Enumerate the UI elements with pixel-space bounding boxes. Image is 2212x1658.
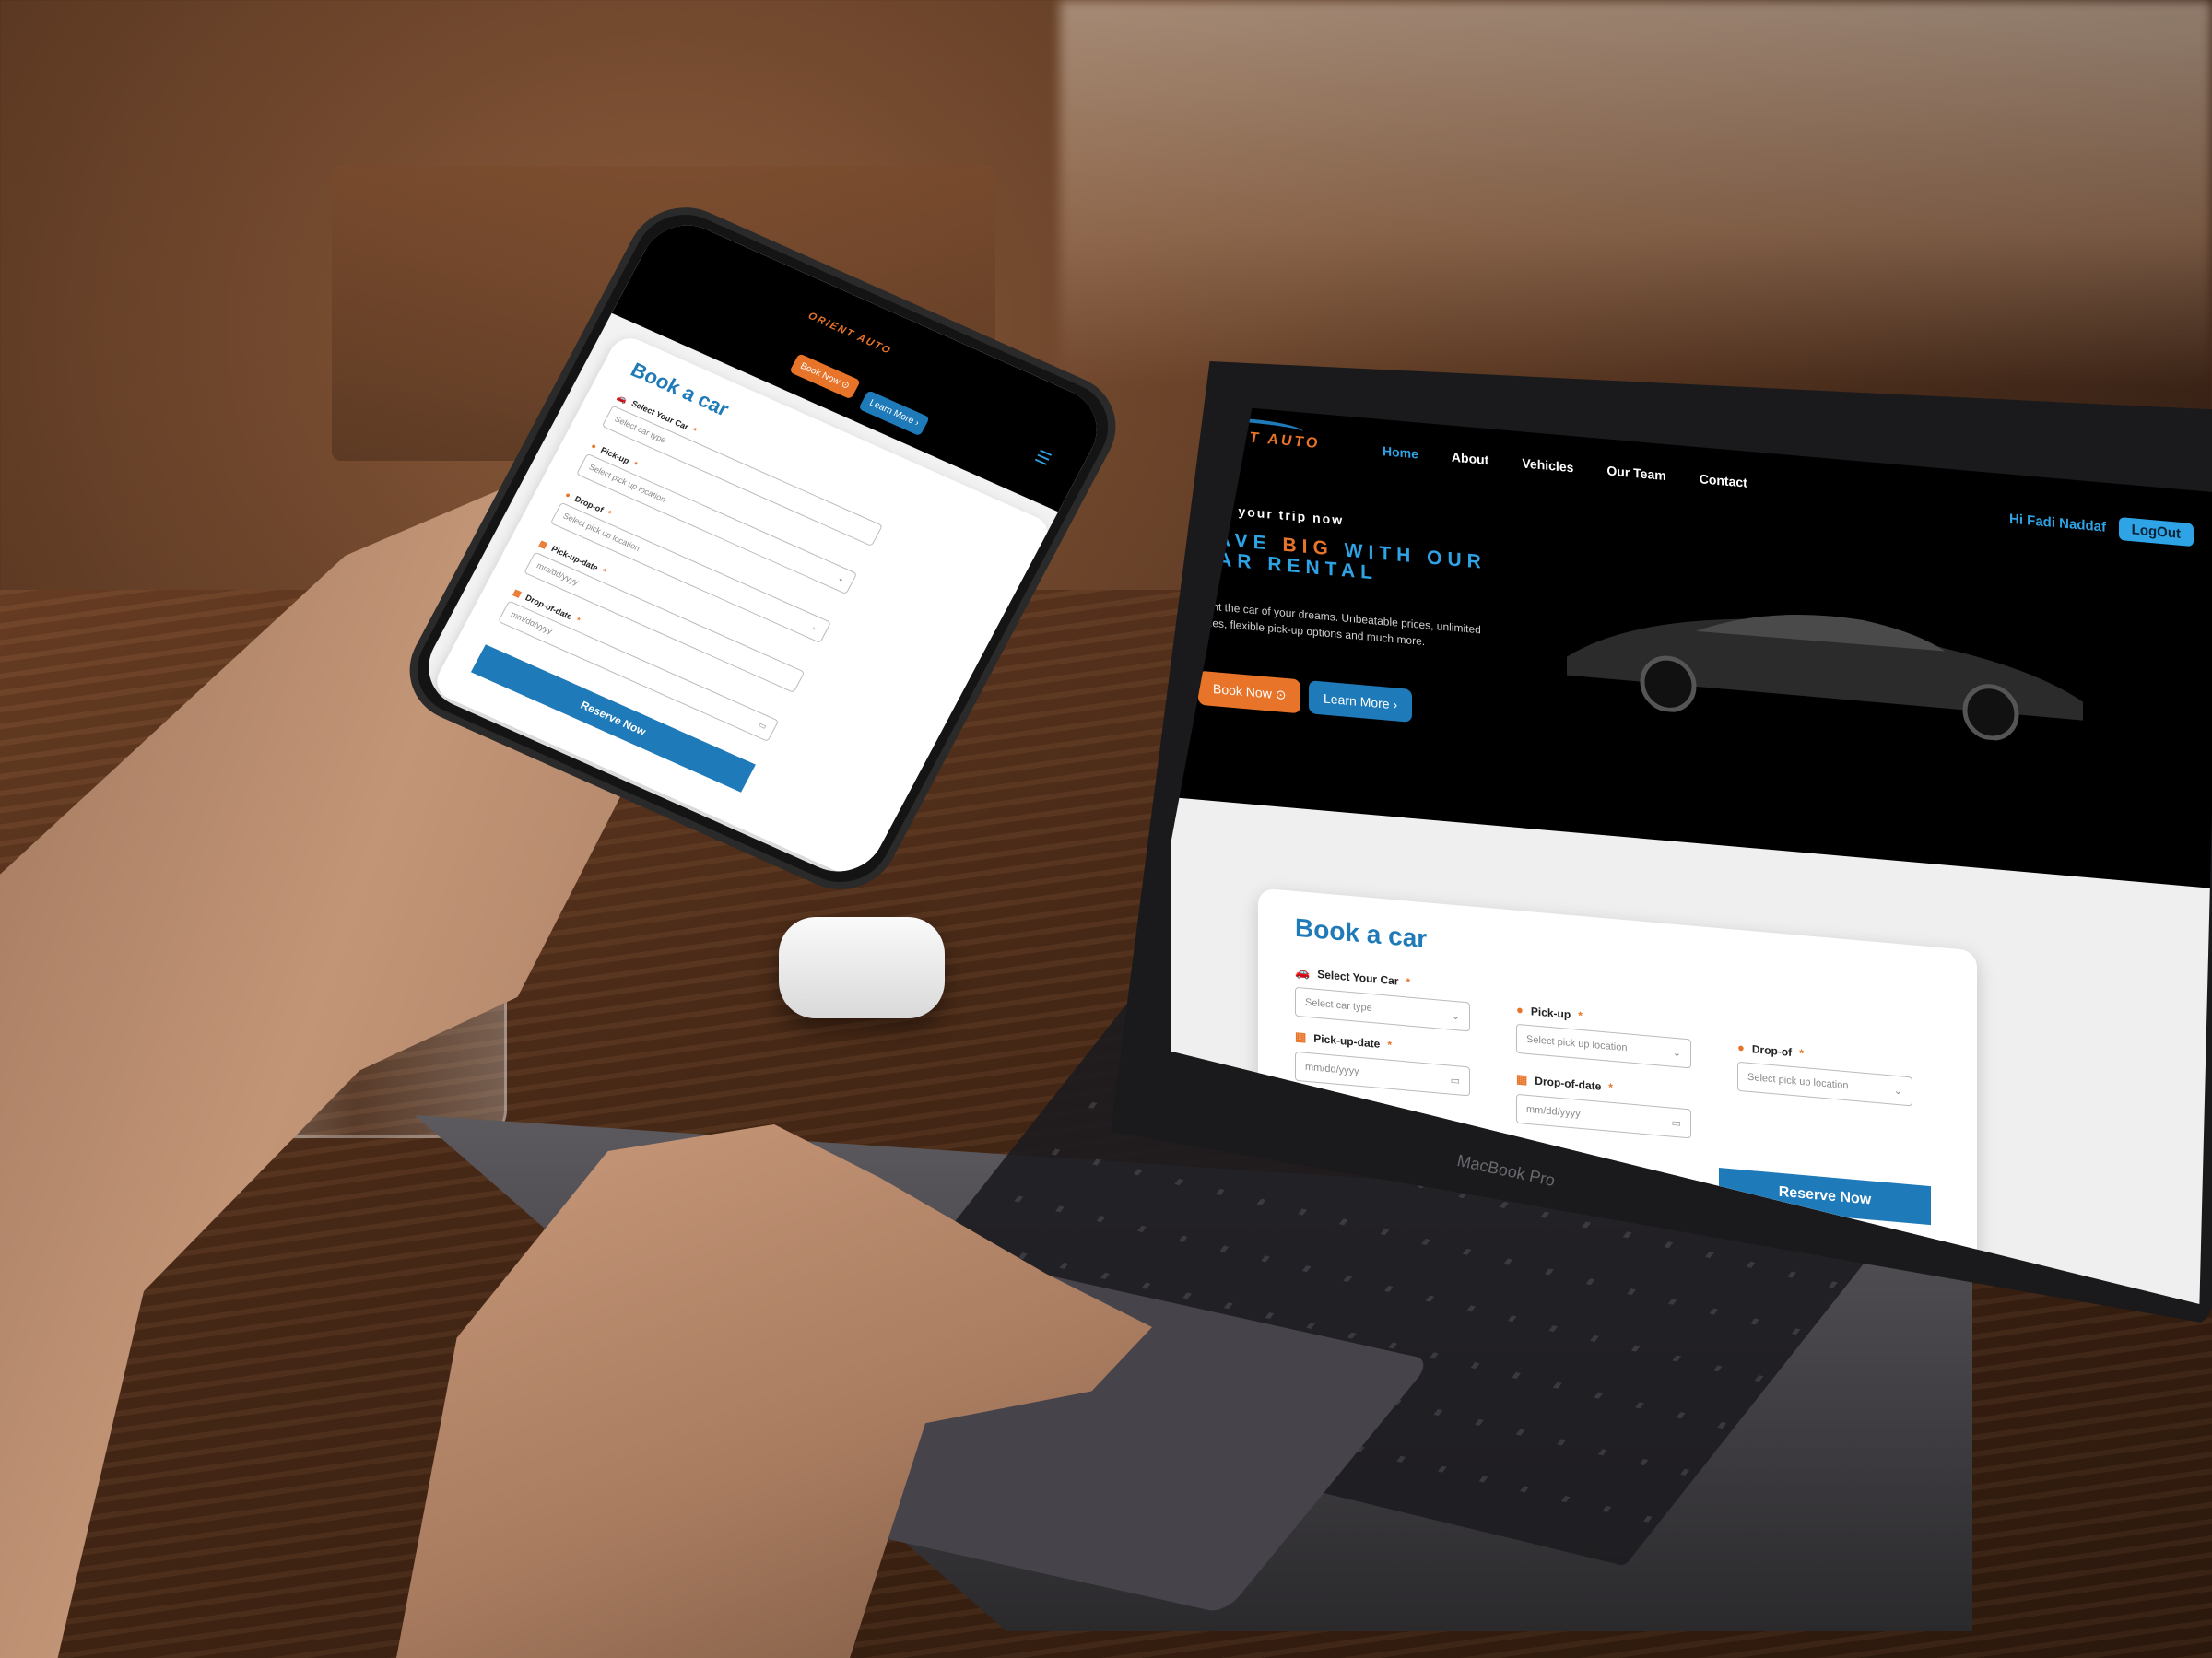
phone-learn-more-label: Learn More xyxy=(867,397,916,427)
hero-description: Rent the car of your dreams. Unbeatable … xyxy=(1198,598,1481,649)
pickup-date-field: ▦ Pick-up-date * mm/dd/yyyy ▭ xyxy=(1295,1029,1470,1097)
pickup-label: Pick-up xyxy=(1530,1004,1571,1021)
pickup-dropdown[interactable]: Select pick up location ⌄ xyxy=(1516,1023,1691,1069)
calendar-icon: ▦ xyxy=(537,538,549,550)
hero-title: SAVE BIG WITH OUR CAR RENTAL xyxy=(1198,527,1548,599)
nav-item-home[interactable]: Home xyxy=(1382,443,1418,461)
nav-item-about[interactable]: About xyxy=(1452,450,1488,468)
logout-button[interactable]: LogOut xyxy=(2118,516,2194,547)
dropoff-dropdown[interactable]: Select pick up location ⌄ xyxy=(1737,1061,1912,1107)
chevron-down-icon: ⌄ xyxy=(1893,1085,1902,1097)
chevron-down-icon: ⌄ xyxy=(1451,1010,1460,1022)
phone-dropoff-date-placeholder: mm/dd/yyyy xyxy=(509,609,555,636)
required-marker: * xyxy=(1406,975,1411,989)
required-marker: * xyxy=(1608,1080,1613,1094)
calendar-picker-icon[interactable]: ▭ xyxy=(756,720,768,733)
chevron-down-icon: ⌄ xyxy=(1672,1047,1681,1059)
required-marker: * xyxy=(574,615,582,626)
phone-brand-logo[interactable]: ORIENT AUTO xyxy=(806,311,894,357)
location-pin-icon: ● xyxy=(1516,1002,1524,1017)
book-now-button[interactable]: Book Now ⊙ xyxy=(1198,670,1301,714)
car-icon: 🚗 xyxy=(1295,964,1311,981)
nav-item-contact[interactable]: Contact xyxy=(1700,471,1747,490)
calendar-picker-icon[interactable]: ▭ xyxy=(1451,1074,1460,1087)
phone-pickup-date-placeholder: mm/dd/yyyy xyxy=(535,560,581,587)
booking-title: Book a car xyxy=(1295,912,1428,954)
dropoff-label: Drop-of xyxy=(1751,1041,1793,1059)
pickup-placeholder: Select pick up location xyxy=(1526,1033,1628,1054)
required-marker: * xyxy=(1578,1008,1583,1022)
select-car-placeholder: Select car type xyxy=(1305,996,1372,1015)
select-car-dropdown[interactable]: Select car type ⌄ xyxy=(1295,986,1470,1032)
dropoff-field: ● Drop-of * Select pick up location ⌄ xyxy=(1737,1041,1912,1107)
background-window xyxy=(1060,0,2212,387)
required-marker: * xyxy=(690,425,699,436)
nav-item-our-team[interactable]: Our Team xyxy=(1606,463,1665,483)
dropoff-date-placeholder: mm/dd/yyyy xyxy=(1526,1103,1581,1120)
pickup-date-label: Pick-up-date xyxy=(1313,1031,1381,1051)
select-car-label: Select Your Car xyxy=(1317,967,1399,988)
hamburger-menu-icon[interactable]: ☰ xyxy=(1031,447,1054,470)
phone-learn-more-button[interactable]: Learn More › xyxy=(858,390,931,437)
pickup-field: ● Pick-up * Select pick up location ⌄ xyxy=(1516,1003,1691,1069)
pickup-date-placeholder: mm/dd/yyyy xyxy=(1305,1061,1359,1077)
car-icon: 🚗 xyxy=(615,392,629,405)
select-car-field: 🚗 Select Your Car * Select car type ⌄ xyxy=(1295,965,1470,1032)
dropoff-date-label: Drop-of-date xyxy=(1535,1074,1602,1093)
learn-more-button[interactable]: Learn More › xyxy=(1309,680,1413,723)
required-marker: * xyxy=(606,508,614,519)
location-pin-icon: ● xyxy=(563,489,573,500)
dropoff-date-input[interactable]: mm/dd/yyyy ▭ xyxy=(1516,1093,1691,1139)
learn-more-label: Learn More xyxy=(1324,690,1390,711)
book-now-label: Book Now xyxy=(1213,681,1272,701)
airpods-case xyxy=(779,917,945,1018)
required-marker: * xyxy=(1799,1046,1804,1060)
chevron-down-icon: ⌄ xyxy=(836,572,847,584)
calendar-picker-icon[interactable]: ▭ xyxy=(1672,1116,1681,1129)
required-marker: * xyxy=(600,566,608,577)
dropoff-placeholder: Select pick up location xyxy=(1747,1071,1849,1092)
user-greeting: Hi Fadi Naddaf xyxy=(2008,511,2106,535)
check-circle-icon: ⊙ xyxy=(839,379,852,392)
calendar-icon: ▦ xyxy=(1516,1071,1528,1087)
required-marker: * xyxy=(631,459,640,470)
phone-book-now-button[interactable]: Book Now ⊙ xyxy=(789,353,861,400)
check-circle-icon: ⊙ xyxy=(1275,686,1287,702)
location-pin-icon: ● xyxy=(1737,1040,1745,1055)
location-pin-icon: ● xyxy=(589,441,599,452)
phone-book-now-label: Book Now xyxy=(798,360,842,388)
main-nav: Home About Vehicles Our Team Contact xyxy=(1382,443,1747,490)
chevron-right-icon: › xyxy=(1393,697,1398,712)
calendar-icon: ▦ xyxy=(1295,1029,1307,1044)
dropoff-date-field: ▦ Drop-of-date * mm/dd/yyyy ▭ xyxy=(1516,1072,1691,1139)
required-marker: * xyxy=(1387,1038,1392,1052)
sports-car-image xyxy=(1567,614,2083,741)
chevron-right-icon: › xyxy=(912,417,921,429)
hero-title-word: OUR xyxy=(1427,547,1487,573)
nav-item-vehicles[interactable]: Vehicles xyxy=(1522,455,1573,475)
calendar-icon: ▦ xyxy=(512,587,524,599)
chevron-down-icon: ⌄ xyxy=(809,621,821,633)
